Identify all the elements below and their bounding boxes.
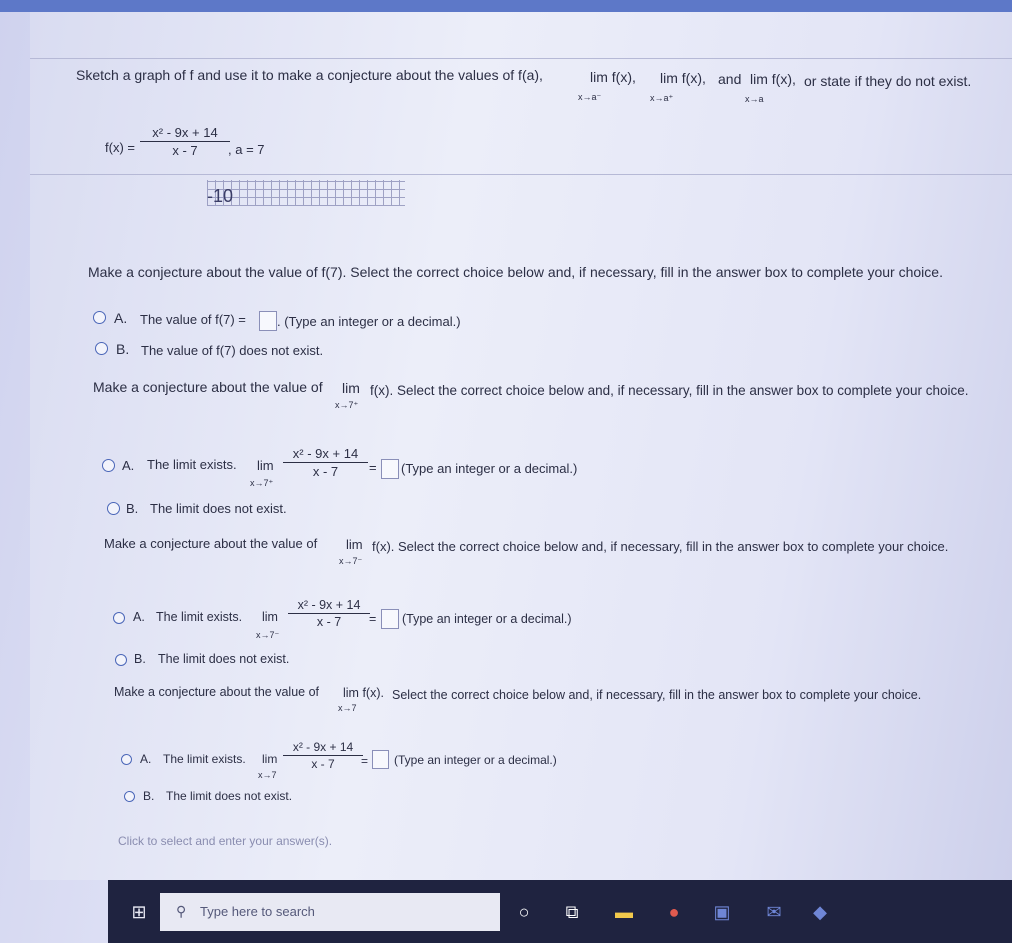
- numerator: x² - 9x + 14: [152, 125, 218, 140]
- q3-prompt-end: f(x). Select the correct choice below an…: [372, 539, 949, 554]
- fraction-bar: [140, 141, 230, 142]
- limit-right-sub: x→a⁺: [650, 93, 674, 103]
- q2-option-a-sub: x→7⁺: [250, 478, 274, 488]
- q2-option-a-lim: lim: [257, 458, 274, 473]
- function-fraction: x² - 9x + 14 x - 7: [140, 125, 230, 158]
- q4-prompt-end: Select the correct choice below and, if …: [392, 688, 922, 702]
- q4-prompt-sub: x→7: [338, 703, 357, 713]
- q4-numerator: x² - 9x + 14: [292, 740, 354, 754]
- browser-top-bar: [0, 0, 1012, 12]
- q1-option-a-letter: A.: [114, 310, 128, 326]
- q3-answer-box[interactable]: [381, 609, 399, 629]
- q3-denominator: x - 7: [316, 615, 342, 629]
- q2-fraction: x² - 9x + 14 x - 7: [283, 446, 368, 479]
- q4-answer-box[interactable]: [372, 750, 389, 769]
- q3-prompt-start: Make a conjecture about the value of: [104, 536, 318, 551]
- q2-option-a-text: The limit exists.: [147, 457, 237, 472]
- graph-divider: [30, 174, 1012, 175]
- q4-denominator: x - 7: [311, 757, 335, 771]
- q3-option-a-letter: A.: [133, 610, 145, 624]
- chrome-icon[interactable]: ●: [660, 898, 688, 926]
- q4-fraction: x² - 9x + 14 x - 7: [283, 740, 363, 771]
- graph-axis-label: -10: [207, 186, 234, 206]
- q2-option-b-letter: B.: [126, 501, 139, 516]
- q4-option-a-text: The limit exists.: [163, 752, 246, 766]
- q3-prompt-lim: lim: [346, 537, 363, 552]
- limit-two-sided-sub: x→a: [745, 94, 764, 104]
- q1-option-b-radio[interactable]: [95, 342, 108, 355]
- app-icon[interactable]: ◆: [806, 898, 834, 926]
- file-explorer-icon[interactable]: ▬: [610, 898, 638, 926]
- limit-two-sided: lim f(x),: [750, 71, 796, 87]
- windows-start-icon[interactable]: ⊞: [125, 898, 153, 926]
- q3-fraction: x² - 9x + 14 x - 7: [288, 598, 370, 629]
- q3-fraction-bar: [288, 613, 370, 614]
- q2-fraction-bar: [283, 462, 368, 463]
- screen: Sketch a graph of f and use it to make a…: [0, 0, 1012, 943]
- q1-option-a-hint: . (Type an integer or a decimal.): [277, 314, 461, 329]
- q2-denominator: x - 7: [312, 464, 339, 479]
- search-placeholder: Type here to search: [200, 904, 315, 919]
- q4-prompt-start: Make a conjecture about the value of: [114, 685, 319, 699]
- footer-hint: Click to select and enter your answer(s)…: [118, 834, 333, 848]
- q3-equals: =: [369, 612, 377, 626]
- cortana-icon[interactable]: ○: [510, 898, 538, 926]
- q3-option-a-hint: (Type an integer or a decimal.): [402, 612, 572, 626]
- q1-option-b-letter: B.: [116, 341, 130, 357]
- mail-icon[interactable]: ✉: [760, 898, 788, 926]
- fx-label: f(x) =: [105, 140, 135, 155]
- limit-right: lim f(x),: [660, 70, 706, 86]
- store-icon[interactable]: ▣: [708, 898, 736, 926]
- and-word: and: [718, 71, 742, 87]
- q4-option-b-text: The limit does not exist.: [166, 789, 293, 803]
- q2-option-a-letter: A.: [122, 458, 135, 473]
- search-icon: ⚲: [176, 903, 187, 919]
- q3-option-b-letter: B.: [134, 652, 146, 666]
- q2-prompt-start: Make a conjecture about the value of: [93, 379, 323, 395]
- problem-tail: or state if they do not exist.: [804, 73, 972, 89]
- q2-equals: =: [369, 460, 377, 475]
- q3-option-a-sub: x→7⁻: [256, 630, 280, 640]
- q3-numerator: x² - 9x + 14: [297, 598, 361, 612]
- q4-option-b-radio[interactable]: [124, 791, 135, 802]
- q1-option-b-text: The value of f(7) does not exist.: [141, 343, 324, 358]
- q1-answer-box[interactable]: [259, 311, 277, 331]
- q4-option-a-letter: A.: [140, 752, 152, 766]
- limit-left: lim f(x),: [590, 69, 636, 85]
- problem-instruction: Sketch a graph of f and use it to make a…: [76, 67, 543, 83]
- q2-option-b-text: The limit does not exist.: [150, 501, 287, 516]
- q4-fraction-bar: [283, 755, 363, 756]
- q4-option-a-sub: x→7: [258, 770, 277, 780]
- q3-option-a-text: The limit exists.: [156, 610, 243, 624]
- graph-thumbnail[interactable]: [207, 180, 405, 206]
- q2-option-a-hint: (Type an integer or a decimal.): [401, 461, 578, 476]
- top-divider: [30, 58, 1012, 59]
- a-value: , a = 7: [228, 142, 265, 157]
- q4-equals: =: [361, 754, 369, 768]
- q2-option-a-radio[interactable]: [102, 459, 115, 472]
- q3-option-b-text: The limit does not exist.: [158, 652, 290, 666]
- task-view-icon[interactable]: ⧉: [558, 898, 586, 926]
- q1-option-a-text: The value of f(7) =: [140, 312, 246, 327]
- q2-answer-box[interactable]: [381, 459, 399, 479]
- q3-prompt-sub: x→7⁻: [339, 556, 363, 566]
- q4-option-b-letter: B.: [143, 789, 155, 803]
- q2-prompt-lim: lim: [342, 380, 360, 396]
- q4-option-a-radio[interactable]: [121, 754, 132, 765]
- q2-prompt-sub: x→7⁺: [335, 400, 359, 410]
- q3-option-b-radio[interactable]: [115, 654, 127, 666]
- q3-option-a-radio[interactable]: [113, 612, 125, 624]
- q1-option-a-radio[interactable]: [93, 311, 106, 324]
- q2-numerator: x² - 9x + 14: [292, 446, 359, 461]
- limit-left-sub: x→a⁻: [578, 92, 602, 102]
- q4-prompt-lim: lim f(x).: [343, 686, 384, 700]
- denominator: x - 7: [172, 143, 198, 158]
- q3-option-a-lim: lim: [262, 610, 278, 624]
- q2-prompt-end: f(x). Select the correct choice below an…: [370, 383, 969, 398]
- q4-option-a-lim: lim: [262, 752, 278, 766]
- q4-option-a-hint: (Type an integer or a decimal.): [394, 753, 557, 767]
- q1-prompt: Make a conjecture about the value of f(7…: [88, 264, 943, 280]
- q2-option-b-radio[interactable]: [107, 502, 120, 515]
